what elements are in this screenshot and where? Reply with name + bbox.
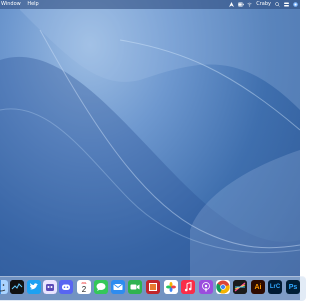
twitter-icon[interactable] [27,280,41,294]
messages-icon[interactable] [94,280,108,294]
robot-app-icon[interactable] [43,280,57,294]
menu-bar-left: Window Help [1,0,44,9]
search-icon[interactable] [275,2,280,7]
menu-item-help[interactable]: Help [27,1,38,7]
podcasts-icon[interactable] [199,280,213,294]
system-monitor-icon[interactable] [10,280,24,294]
photo-booth-icon[interactable] [146,280,160,294]
location-icon[interactable] [229,2,235,7]
lightroom-icon[interactable]: LrC [268,280,282,294]
menu-bar-right: Craby [229,0,298,9]
illustrator-label: Ai [254,283,262,291]
desktop [0,0,300,300]
final-cut-icon[interactable] [233,280,247,294]
user-label[interactable]: Craby [256,0,271,9]
control-center-icon[interactable] [284,2,289,7]
chrome-icon[interactable] [216,280,230,294]
photoshop-icon[interactable]: Ps [286,280,300,294]
facetime-icon[interactable] [128,280,142,294]
discord-icon[interactable] [59,280,73,294]
calendar-day: 2 [81,284,87,294]
mail-icon[interactable] [111,280,125,294]
battery-icon[interactable] [238,2,244,7]
calendar-icon[interactable]: JUL 2 [77,280,91,294]
wifi-icon[interactable] [247,2,252,7]
siri-icon[interactable] [293,2,298,7]
illustrator-icon[interactable]: Ai [251,280,265,294]
menu-bar: Window Help Craby [0,0,300,9]
menu-item-window[interactable]: Window [1,1,21,7]
photos-icon[interactable] [164,280,178,294]
finder-icon[interactable] [0,280,8,294]
lightroom-label: LrC [269,284,281,290]
photoshop-label: Ps [288,283,298,291]
wallpaper [0,0,300,300]
music-icon[interactable] [181,280,195,294]
